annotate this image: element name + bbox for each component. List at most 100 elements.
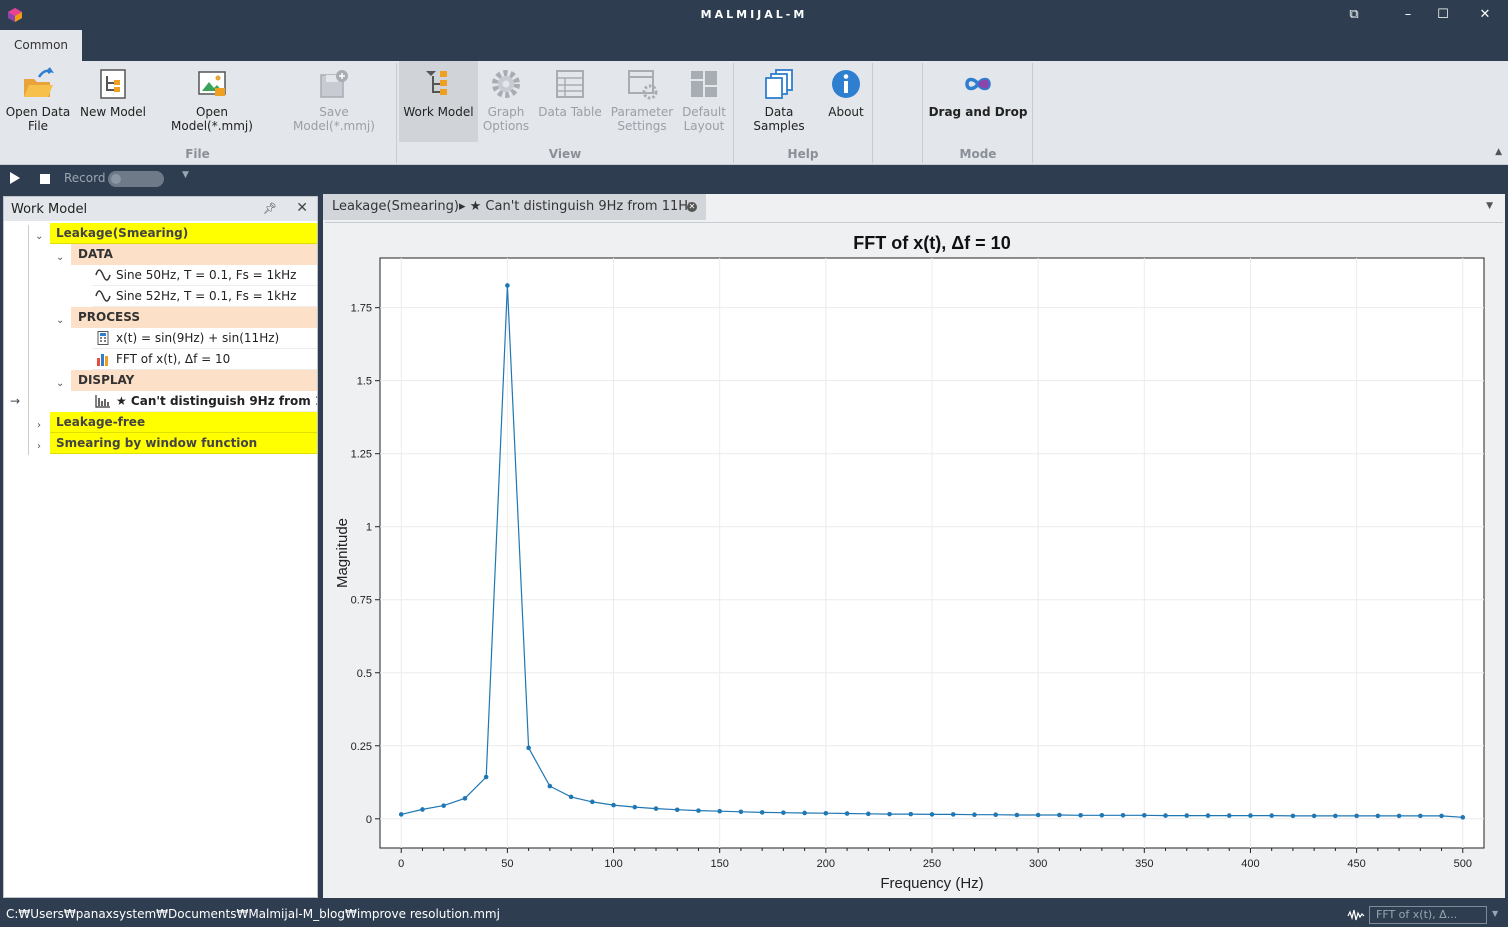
data-point (1354, 813, 1359, 819)
y-tick-label: 1.75 (351, 303, 372, 315)
parameter-settings-icon (628, 70, 658, 100)
default-layout-button[interactable]: Default Layout (678, 61, 730, 147)
drag-and-drop-button[interactable]: Drag and Drop (926, 61, 1030, 147)
gear-icon (492, 70, 520, 98)
data-point (568, 794, 574, 800)
chevron-down-icon[interactable]: ▼ (182, 170, 189, 180)
data-point (1057, 812, 1062, 818)
x-tick-label: 400 (1241, 858, 1259, 870)
data-point (1205, 813, 1211, 818)
save-model-button[interactable]: Save Model(*.mmj) (277, 61, 391, 147)
chevron-right-icon[interactable]: › (37, 416, 41, 436)
open-model-icon (198, 71, 226, 96)
data-samples-icon (765, 69, 793, 99)
ribbon: Open Data File New Model Open Model(*.mm… (0, 61, 1508, 165)
minimize-button[interactable]: – (1397, 6, 1419, 24)
tree-guide-line (28, 225, 29, 455)
tree-data-item[interactable]: Sine 52Hz, T = 0.1, Fs = 1kHz (92, 286, 317, 307)
tree-model-smearing-window[interactable]: Smearing by window function (50, 433, 317, 454)
data-samples-button[interactable]: Data Samples (738, 61, 820, 147)
work-model-button[interactable]: Work Model (399, 61, 478, 142)
graph-options-button[interactable]: Graph Options (480, 61, 532, 147)
close-icon[interactable]: ✕ (296, 200, 308, 216)
new-model-icon (100, 69, 126, 99)
tree-process-item[interactable]: FFT of x(t), Δf = 10 (92, 349, 317, 370)
data-point (1439, 813, 1444, 819)
data-point (908, 811, 914, 817)
data-point (696, 808, 701, 813)
tree-data-item-label: Sine 52Hz, T = 0.1, Fs = 1kHz (116, 289, 297, 303)
data-point (950, 812, 956, 817)
status-bar: C:₩Users₩panaxsystem₩Documents₩Malmijal-… (0, 902, 1508, 927)
parameter-settings-label: Parameter Settings (610, 105, 674, 133)
data-point (1418, 813, 1423, 819)
chevron-down-icon[interactable]: ▼ (1486, 201, 1493, 211)
data-point (972, 812, 977, 818)
title-bar: MALMIJAL-M ⧉ – ☐ ✕ (0, 0, 1508, 30)
open-data-file-button[interactable]: Open Data File (4, 61, 72, 147)
tree-category-process[interactable]: PROCESS (71, 307, 317, 328)
document-panel: Leakage(Smearing)▸ ★ Can't distinguish 9… (323, 194, 1505, 898)
data-point (1333, 813, 1338, 819)
display-selector[interactable]: FFT of x(t), Δ... (1369, 906, 1487, 924)
tree-category-display[interactable]: DISPLAY (71, 370, 317, 391)
data-point (1248, 813, 1253, 818)
tree-display-item[interactable]: ★ Can't distinguish 9Hz from 11Hz (92, 391, 317, 412)
tree-process-item-label: x(t) = sin(9Hz) + sin(11Hz) (116, 331, 280, 345)
open-model-label: Open Model(*.mmj) (171, 105, 253, 133)
chevron-down-icon[interactable]: ⌄ (56, 374, 64, 394)
document-tab[interactable]: Leakage(Smearing)▸ ★ Can't distinguish 9… (323, 194, 706, 220)
chevron-down-icon[interactable]: ⌄ (56, 311, 64, 331)
x-tick-label: 50 (501, 858, 513, 870)
data-point (887, 811, 892, 817)
tab-common[interactable]: Common (0, 30, 82, 61)
collapse-ribbon-icon[interactable]: ▲ (1495, 147, 1502, 157)
tree-process-item[interactable]: x(t) = sin(9Hz) + sin(11Hz) (92, 328, 317, 349)
restore-layout-icon[interactable]: ⧉ (1343, 6, 1365, 24)
play-icon[interactable] (10, 172, 20, 184)
data-point (1163, 813, 1168, 818)
data-point (1375, 813, 1381, 819)
close-tab-icon[interactable]: ✕ (687, 202, 697, 212)
new-model-button[interactable]: New Model (78, 61, 148, 147)
stop-icon[interactable] (40, 174, 50, 184)
waveform-icon (1347, 909, 1365, 921)
data-point (1078, 812, 1083, 818)
data-table-label: Data Table (538, 105, 602, 119)
data-table-button[interactable]: Data Table (536, 61, 604, 147)
work-model-header: Work Model 📌︎ ✕ (4, 197, 317, 221)
group-separator (396, 63, 397, 163)
tree-display-item-label: ★ Can't distinguish 9Hz from 11Hz (116, 394, 317, 408)
layout-grid-icon (691, 71, 717, 97)
x-axis-label: Frequency (Hz) (880, 875, 983, 892)
open-model-button[interactable]: Open Model(*.mmj) (154, 61, 270, 147)
tree-data-item[interactable]: Sine 50Hz, T = 0.1, Fs = 1kHz (92, 265, 317, 286)
pin-icon[interactable]: 📌︎ (263, 202, 277, 215)
y-axis-label: Magnitude (334, 518, 351, 588)
parameter-settings-button[interactable]: Parameter Settings (608, 61, 676, 147)
infinity-icon (965, 77, 991, 91)
record-toggle[interactable] (108, 171, 164, 187)
close-window-button[interactable]: ✕ (1474, 6, 1496, 24)
tree-model-leakage-free[interactable]: Leakage-free (50, 412, 317, 433)
tree-model-leakage-smearing[interactable]: Leakage(Smearing) (50, 223, 317, 244)
data-point (441, 803, 446, 808)
maximize-button[interactable]: ☐ (1432, 6, 1454, 24)
tree-category-data[interactable]: DATA (71, 244, 317, 265)
about-button[interactable]: About (824, 61, 868, 147)
chevron-down-icon[interactable]: ⌄ (35, 227, 43, 247)
histogram-icon (95, 395, 110, 408)
data-point (844, 811, 850, 816)
chevron-down-icon[interactable]: ⌄ (56, 248, 64, 268)
y-tick-label: 1.5 (357, 376, 372, 388)
drag-and-drop-label: Drag and Drop (928, 105, 1028, 119)
y-tick-label: 0.25 (351, 741, 372, 753)
chevron-right-icon[interactable]: › (37, 437, 41, 457)
y-tick-label: 0 (366, 814, 372, 826)
data-point (526, 745, 531, 751)
data-samples-label: Data Samples (753, 105, 805, 133)
data-point (993, 812, 998, 818)
chevron-down-icon[interactable]: ▼ (1492, 909, 1498, 918)
new-model-label: New Model (79, 105, 147, 119)
x-tick-label: 250 (923, 858, 941, 870)
